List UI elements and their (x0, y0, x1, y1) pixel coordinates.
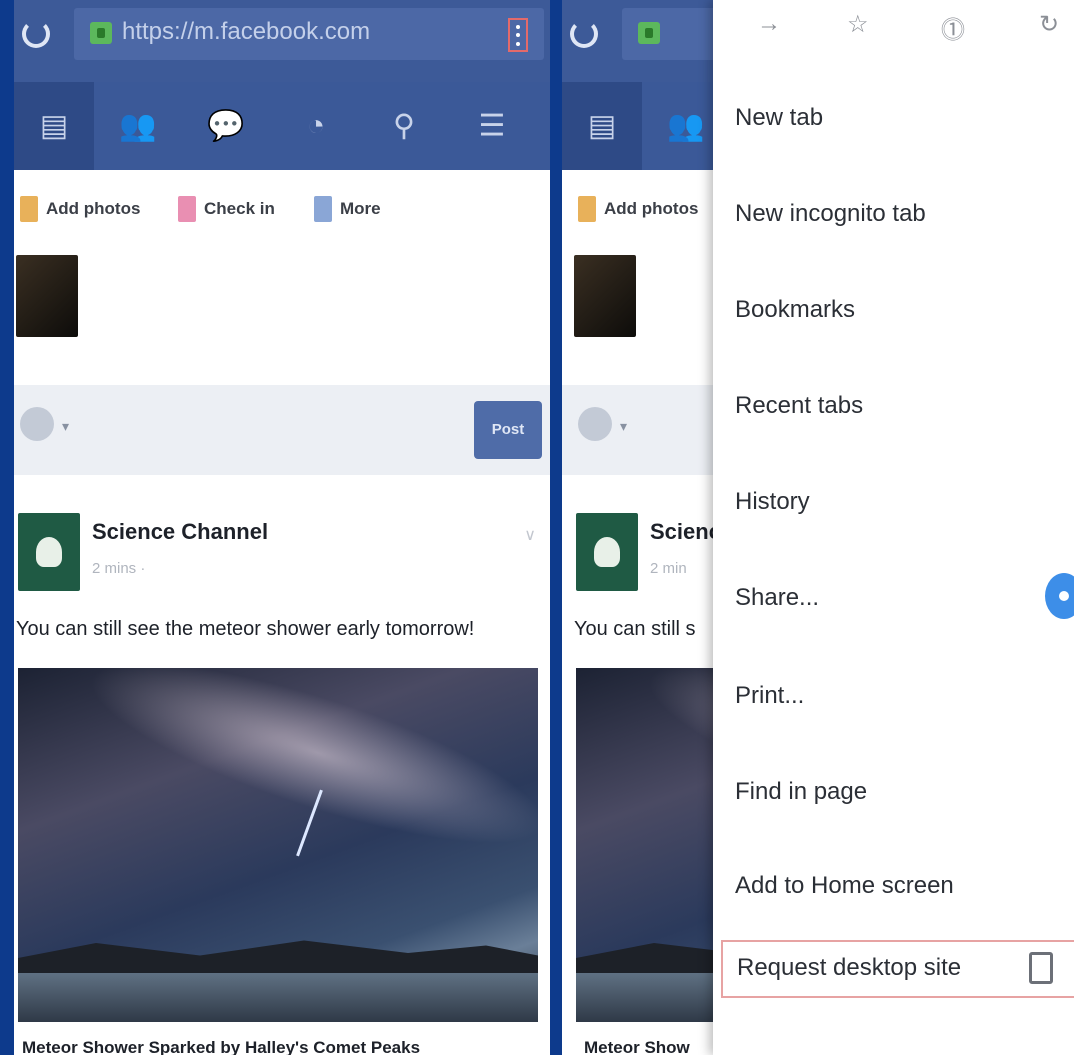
page-name[interactable]: Science Channel (92, 519, 268, 545)
globe-icon[interactable] (20, 407, 54, 441)
menu-item-request-desktop-site[interactable]: Request desktop site (721, 940, 1074, 998)
request-desktop-site-label: Request desktop site (737, 954, 962, 981)
forward-icon[interactable]: → (757, 10, 781, 38)
lake (18, 973, 538, 1022)
lock-icon (90, 22, 112, 44)
link-caption[interactable]: Meteor Show (584, 1038, 690, 1055)
hills (18, 940, 538, 978)
add-photos-button[interactable]: Add photos (20, 196, 140, 222)
reload-icon[interactable] (570, 20, 598, 48)
post-header: Science Channel 2 mins · ∨ (14, 505, 550, 595)
menu-item-bookmarks[interactable]: Bookmarks (735, 296, 855, 324)
globe-icon[interactable] (578, 407, 612, 441)
browser-overflow-menu: → ☆ ⓵ ↻ New tab New incognito tab Bookma… (713, 0, 1074, 1055)
menu-item-new-incognito-tab[interactable]: New incognito tab (735, 200, 926, 228)
post-time: 2 min (650, 560, 687, 577)
location-icon (178, 196, 196, 222)
post-audience-row: ▾ Post (14, 385, 550, 475)
check-in-label: Check in (204, 199, 275, 218)
menu-item-history[interactable]: History (735, 488, 810, 516)
photo-icon (20, 196, 38, 222)
link-caption[interactable]: Meteor Shower Sparked by Halley's Comet … (22, 1038, 420, 1055)
post-time: 2 mins · (92, 560, 146, 577)
star-icon[interactable]: ☆ (847, 10, 869, 39)
menu-item-add-to-home-screen[interactable]: Add to Home screen (735, 872, 954, 900)
post-text: You can still see the meteor shower earl… (16, 618, 475, 640)
notifications-icon[interactable]: ◔ (276, 82, 356, 170)
url-text: https://m.facebook.com (122, 18, 371, 45)
news-feed-icon[interactable]: ▤ (562, 82, 642, 170)
search-icon[interactable]: ⚲ (364, 82, 444, 170)
more-icon (314, 196, 332, 222)
more-label: More (340, 199, 381, 218)
friends-icon[interactable]: 👥 (98, 82, 178, 170)
selected-photo-thumbnail[interactable] (16, 255, 78, 337)
selected-photo-thumbnail[interactable] (574, 255, 636, 337)
left-phone-screen: https://m.facebook.com ▤ 👥 💬 ◔ ⚲ ☰ Add p… (14, 0, 550, 1055)
facebook-nav-bar: ▤ 👥 💬 ◔ ⚲ ☰ (14, 82, 550, 170)
hamburger-icon[interactable]: ☰ (452, 82, 532, 170)
page-name[interactable]: Scienc (650, 519, 721, 545)
composer-actions: Add photos Check in More (14, 186, 550, 234)
milky-way (72, 626, 550, 880)
address-bar[interactable]: https://m.facebook.com (74, 8, 544, 60)
add-photos-button[interactable]: Add photos (578, 196, 698, 222)
post-image[interactable] (18, 626, 550, 1022)
more-button[interactable]: More (314, 196, 381, 222)
reload-icon[interactable] (22, 20, 50, 48)
post-options-icon[interactable]: ∨ (524, 525, 536, 545)
add-photos-label: Add photos (46, 199, 141, 218)
menu-item-share[interactable]: Share... (735, 584, 819, 612)
menu-top-icons: → ☆ ⓵ ↻ (713, 0, 1074, 60)
request-desktop-site-checkbox[interactable] (1029, 952, 1053, 984)
menu-item-recent-tabs[interactable]: Recent tabs (735, 392, 863, 420)
news-feed-icon[interactable]: ▤ (14, 82, 94, 170)
check-in-button[interactable]: Check in (178, 196, 275, 222)
share-icon[interactable] (1045, 573, 1074, 619)
menu-item-new-tab[interactable]: New tab (735, 104, 823, 132)
post-button[interactable]: Post (474, 401, 542, 459)
page-avatar[interactable] (576, 513, 638, 591)
lock-icon (638, 22, 660, 44)
messages-icon[interactable]: 💬 (186, 82, 266, 170)
chevron-down-icon[interactable]: ▾ (62, 418, 69, 435)
download-icon[interactable]: ⓵ (941, 10, 965, 45)
add-photos-label: Add photos (604, 199, 699, 218)
page-avatar[interactable] (18, 513, 80, 591)
chevron-down-icon[interactable]: ▾ (620, 418, 627, 435)
menu-item-print[interactable]: Print... (735, 682, 804, 710)
browser-toolbar: https://m.facebook.com (14, 0, 550, 82)
menu-icon[interactable] (508, 18, 528, 52)
photo-icon (578, 196, 596, 222)
menu-item-find-in-page[interactable]: Find in page (735, 778, 867, 806)
refresh-icon[interactable]: ↻ (1039, 10, 1059, 39)
